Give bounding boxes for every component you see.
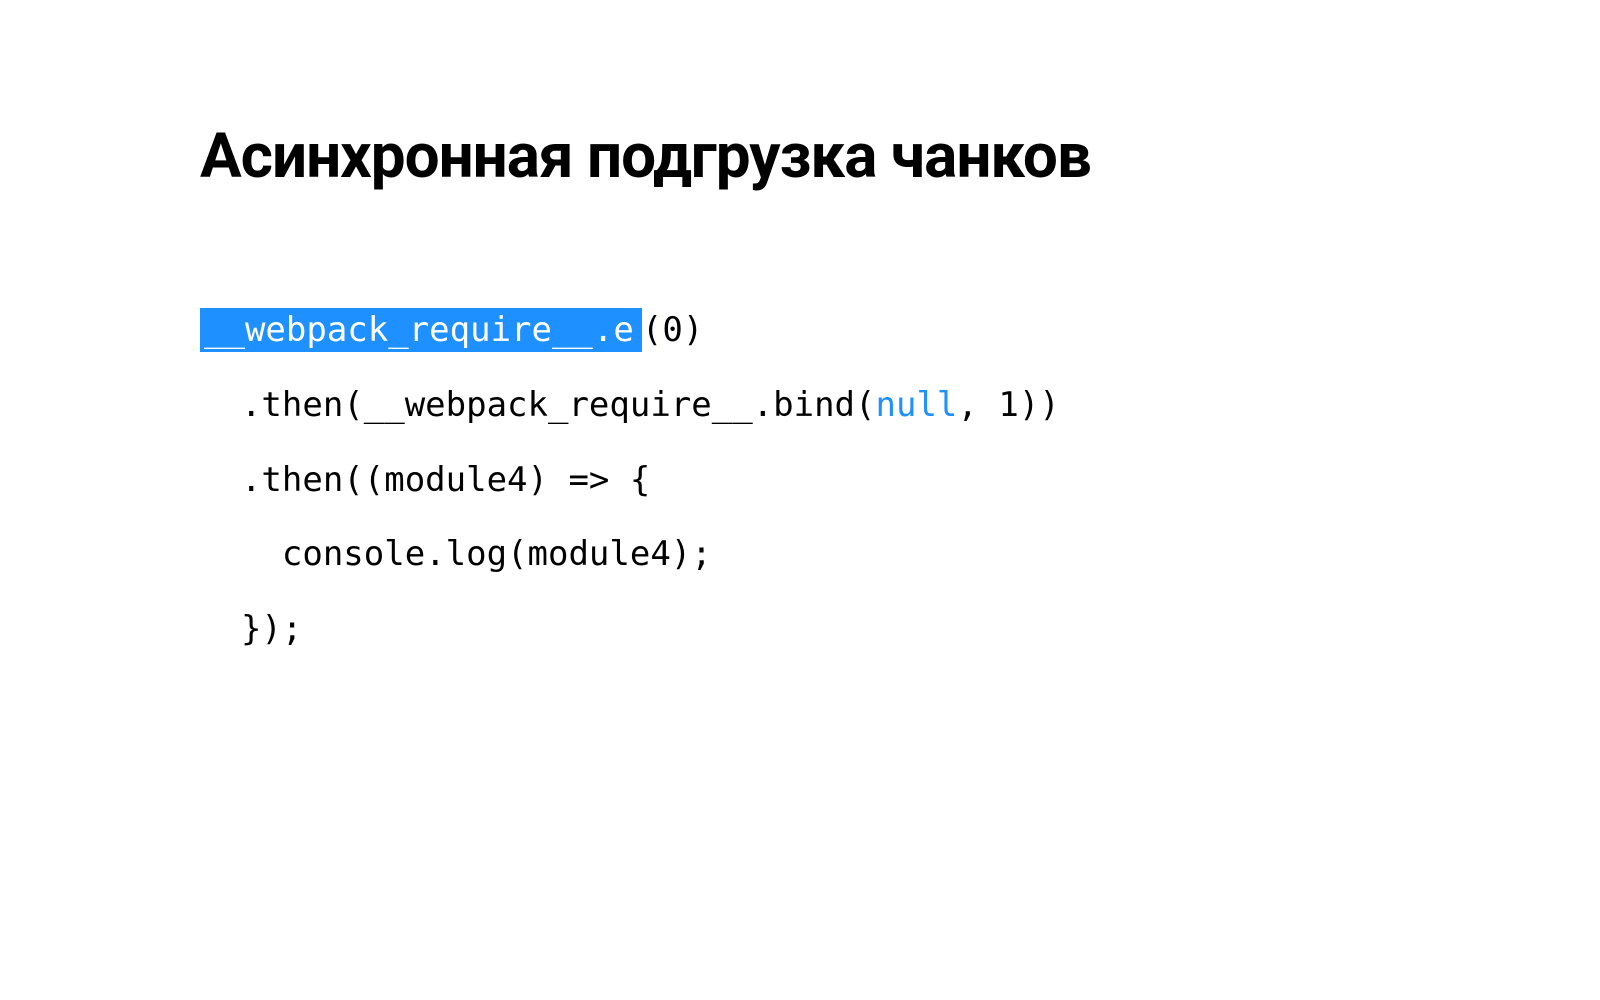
code-text: .then(__webpack_require__.bind(: [200, 385, 876, 425]
code-text: , 1)): [957, 385, 1059, 425]
code-text: (0): [642, 310, 703, 350]
code-text: .then((module4) => {: [200, 460, 650, 500]
slide-title: Асинхронная подгрузка чанков: [200, 120, 1400, 193]
code-highlight: __webpack_require__.e: [200, 308, 642, 352]
code-line-4: console.log(module4);: [200, 517, 1400, 592]
slide: Асинхронная подгрузка чанков __webpack_r…: [0, 0, 1600, 667]
code-text: });: [200, 609, 302, 649]
code-keyword: null: [876, 385, 958, 425]
code-line-1: __webpack_require__.e(0): [200, 293, 1400, 368]
code-line-2: .then(__webpack_require__.bind(null, 1)): [200, 368, 1400, 443]
code-line-3: .then((module4) => {: [200, 443, 1400, 518]
code-block: __webpack_require__.e(0) .then(__webpack…: [200, 293, 1400, 667]
code-text: console.log(module4);: [200, 534, 712, 574]
code-line-5: });: [200, 592, 1400, 667]
